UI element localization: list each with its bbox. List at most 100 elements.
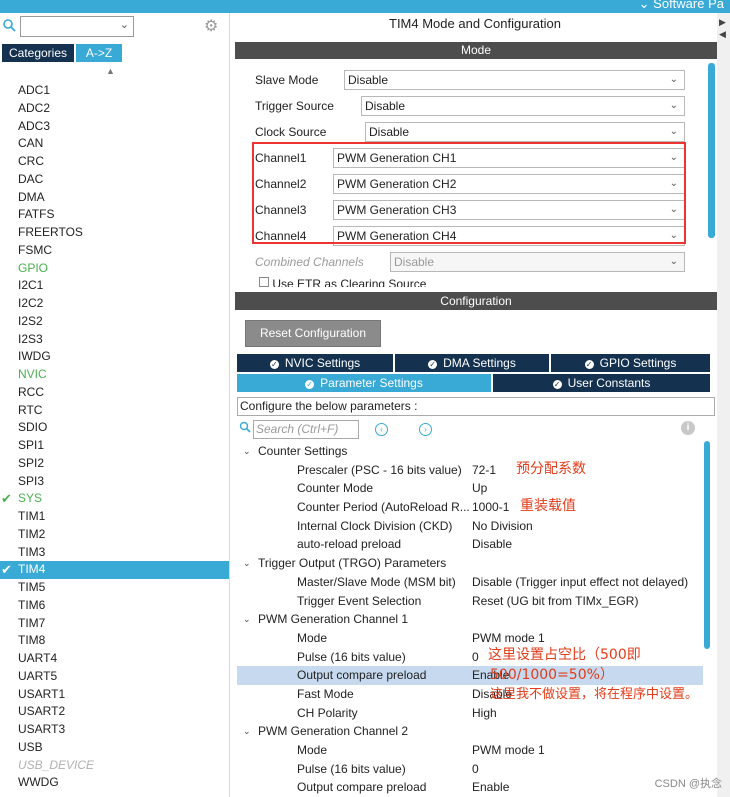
- param-value[interactable]: 72-1: [472, 461, 496, 480]
- peripheral-item[interactable]: I2S2: [0, 313, 229, 331]
- peripheral-item[interactable]: DAC: [0, 171, 229, 189]
- peripheral-item[interactable]: I2S3: [0, 331, 229, 349]
- mode-field-select[interactable]: Disable ⌄: [365, 122, 685, 142]
- peripheral-item-label: GPIO: [18, 260, 49, 275]
- peripheral-item[interactable]: GPIO: [0, 260, 229, 278]
- gear-icon[interactable]: ⚙: [204, 16, 218, 36]
- peripheral-item[interactable]: TIM8: [0, 632, 229, 650]
- tab-a-to-z[interactable]: A->Z: [76, 44, 122, 62]
- peripheral-item[interactable]: USART3: [0, 721, 229, 739]
- peripheral-item[interactable]: SDIO: [0, 419, 229, 437]
- param-row[interactable]: Counter Mode Up: [237, 479, 703, 498]
- param-row[interactable]: CH Polarity High: [237, 704, 703, 723]
- param-value[interactable]: 0: [472, 760, 479, 779]
- collapse-arrow-icon[interactable]: ▶: [719, 17, 726, 28]
- peripheral-item[interactable]: USART2: [0, 703, 229, 721]
- peripheral-item[interactable]: UART5: [0, 668, 229, 686]
- info-icon[interactable]: i: [681, 421, 695, 435]
- param-value[interactable]: 0: [472, 648, 479, 667]
- expand-chevron-icon[interactable]: ⌄: [243, 610, 251, 629]
- next-icon[interactable]: ›: [419, 423, 432, 436]
- peripheral-item[interactable]: ✔ SYS: [0, 490, 229, 508]
- param-value[interactable]: Reset (UG bit from TIMx_EGR): [472, 592, 638, 611]
- expand-chevron-icon[interactable]: ⌄: [243, 442, 251, 461]
- reset-configuration-button[interactable]: Reset Configuration: [245, 320, 381, 347]
- param-row[interactable]: Master/Slave Mode (MSM bit) Disable (Trig…: [237, 573, 703, 592]
- software-packs-menu[interactable]: ⌄ Software Pa: [639, 0, 724, 12]
- mode-field-select[interactable]: Disable ⌄: [361, 96, 685, 116]
- peripheral-item[interactable]: I2C2: [0, 295, 229, 313]
- param-row[interactable]: Trigger Event Selection Reset (UG bit fro…: [237, 592, 703, 611]
- param-row[interactable]: Mode PWM mode 1: [237, 741, 703, 760]
- param-row[interactable]: Output compare preload Enable: [237, 778, 703, 797]
- software-packs-label: Software Pa: [653, 0, 724, 11]
- mode-scrollbar[interactable]: [708, 63, 715, 238]
- peripheral-item[interactable]: ADC2: [0, 100, 229, 118]
- peripheral-item[interactable]: USB_DEVICE: [0, 757, 229, 775]
- previous-icon[interactable]: ‹: [375, 423, 388, 436]
- peripheral-item[interactable]: I2C1: [0, 277, 229, 295]
- param-value[interactable]: PWM mode 1: [472, 741, 545, 760]
- tab-nvic-settings[interactable]: ✓ NVIC Settings: [237, 354, 393, 372]
- peripheral-item[interactable]: SPI1: [0, 437, 229, 455]
- param-group[interactable]: ⌄ PWM Generation Channel 2: [237, 722, 703, 741]
- peripheral-item[interactable]: TIM2: [0, 526, 229, 544]
- peripheral-item[interactable]: FATFS: [0, 206, 229, 224]
- param-value[interactable]: Disable: [472, 535, 512, 554]
- peripheral-item[interactable]: TIM6: [0, 597, 229, 615]
- peripheral-item[interactable]: TIM5: [0, 579, 229, 597]
- peripheral-search-combo[interactable]: ⌄: [20, 16, 134, 37]
- param-row[interactable]: Prescaler (PSC - 16 bits value) 72-1: [237, 461, 703, 480]
- param-group[interactable]: ⌄ PWM Generation Channel 1: [237, 610, 703, 629]
- param-value[interactable]: Enable: [472, 778, 509, 797]
- param-row[interactable]: Internal Clock Division (CKD) No Division: [237, 517, 703, 536]
- peripheral-item[interactable]: TIM7: [0, 615, 229, 633]
- peripheral-item[interactable]: RCC: [0, 384, 229, 402]
- chevron-down-icon[interactable]: ⌄: [120, 18, 129, 31]
- sort-icon[interactable]: ▲: [106, 66, 115, 76]
- peripheral-item[interactable]: ADC1: [0, 82, 229, 100]
- peripheral-item[interactable]: TIM3: [0, 544, 229, 562]
- tab-categories[interactable]: Categories: [2, 44, 74, 62]
- expand-chevron-icon[interactable]: ⌄: [243, 722, 251, 741]
- peripheral-item[interactable]: TIM1: [0, 508, 229, 526]
- param-group[interactable]: ⌄ Trigger Output (TRGO) Parameters: [237, 554, 703, 573]
- expand-chevron-icon[interactable]: ⌄: [243, 554, 251, 573]
- peripheral-item[interactable]: CRC: [0, 153, 229, 171]
- peripheral-item[interactable]: ✔ TIM4: [0, 561, 229, 579]
- peripheral-item[interactable]: ADC3: [0, 118, 229, 136]
- param-value[interactable]: 1000-1: [472, 498, 509, 517]
- peripheral-item[interactable]: FREERTOS: [0, 224, 229, 242]
- param-scrollbar[interactable]: [704, 441, 710, 649]
- peripheral-item[interactable]: NVIC: [0, 366, 229, 384]
- param-key: Pulse (16 bits value): [297, 761, 406, 776]
- peripheral-item[interactable]: CAN: [0, 135, 229, 153]
- tab-gpio-settings[interactable]: ✓ GPIO Settings: [551, 354, 710, 372]
- peripheral-item[interactable]: WWDG: [0, 774, 229, 792]
- tab-user-constants[interactable]: ✓ User Constants: [493, 374, 710, 392]
- param-value[interactable]: Up: [472, 479, 487, 498]
- peripheral-item[interactable]: SPI3: [0, 473, 229, 491]
- tab-parameter-settings[interactable]: ✓ Parameter Settings: [237, 374, 491, 392]
- tab-dma-settings[interactable]: ✓ DMA Settings: [395, 354, 549, 372]
- checkbox[interactable]: [259, 277, 269, 287]
- mode-field-select[interactable]: Disable ⌄: [344, 70, 685, 90]
- param-row[interactable]: Counter Period (AutoReload R... 1000-1: [237, 498, 703, 517]
- peripheral-item[interactable]: FSMC: [0, 242, 229, 260]
- param-value[interactable]: Disable (Trigger input effect not delaye…: [472, 573, 688, 592]
- peripheral-item[interactable]: DMA: [0, 189, 229, 207]
- peripheral-item[interactable]: USB: [0, 739, 229, 757]
- param-value[interactable]: No Division: [472, 517, 533, 536]
- expand-arrow-icon[interactable]: ◀: [719, 29, 726, 40]
- param-search-input[interactable]: Search (Ctrl+F): [253, 420, 359, 439]
- etr-checkbox-row[interactable]: Use ETR as Clearing Source: [259, 277, 559, 287]
- peripheral-item[interactable]: RTC: [0, 402, 229, 420]
- param-group[interactable]: ⌄ Counter Settings: [237, 442, 703, 461]
- peripheral-item[interactable]: USART1: [0, 686, 229, 704]
- param-row[interactable]: auto-reload preload Disable: [237, 535, 703, 554]
- peripheral-item[interactable]: IWDG: [0, 348, 229, 366]
- param-value[interactable]: High: [472, 704, 497, 723]
- peripheral-item[interactable]: UART4: [0, 650, 229, 668]
- param-row[interactable]: Pulse (16 bits value) 0: [237, 760, 703, 779]
- peripheral-item[interactable]: SPI2: [0, 455, 229, 473]
